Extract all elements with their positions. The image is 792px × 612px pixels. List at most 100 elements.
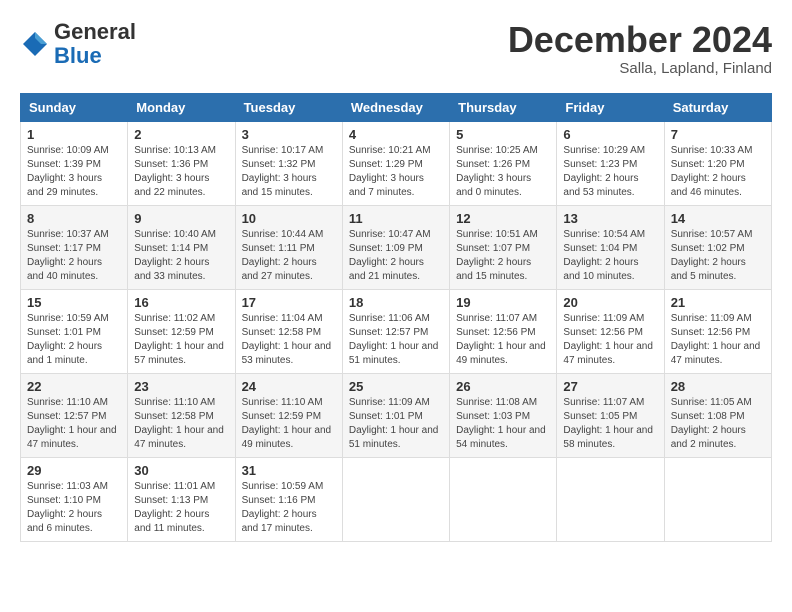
day-number: 21	[671, 295, 765, 310]
calendar-header-row: SundayMondayTuesdayWednesdayThursdayFrid…	[21, 93, 772, 121]
day-info: Sunrise: 11:02 AM Sunset: 12:59 PM Dayli…	[134, 312, 228, 368]
day-number: 11	[349, 211, 443, 226]
calendar-cell: 29 Sunrise: 11:03 AM Sunset: 1:10 PM Dayl…	[21, 457, 128, 541]
day-info: Sunrise: 10:21 AM Sunset: 1:29 PM Daylig…	[349, 144, 443, 200]
day-info: Sunrise: 10:37 AM Sunset: 1:17 PM Daylig…	[27, 228, 121, 284]
calendar-week-row: 22Sunrise: 11:10 AM Sunset: 12:57 PM Day…	[21, 373, 772, 457]
day-info: Sunrise: 10:13 AM Sunset: 1:36 PM Daylig…	[134, 144, 228, 200]
day-number: 27	[563, 379, 657, 394]
weekday-header: Tuesday	[235, 93, 342, 121]
day-number: 9	[134, 211, 228, 226]
weekday-header: Friday	[557, 93, 664, 121]
calendar-cell: 16Sunrise: 11:02 AM Sunset: 12:59 PM Day…	[128, 289, 235, 373]
day-info: Sunrise: 11:01 AM Sunset: 1:13 PM Daylig…	[134, 480, 228, 536]
calendar-cell: 31 Sunrise: 10:59 AM Sunset: 1:16 PM Dayl…	[235, 457, 342, 541]
weekday-header: Monday	[128, 93, 235, 121]
day-number: 29	[27, 463, 121, 478]
day-info: Sunrise: 11:10 AM Sunset: 12:57 PM Dayli…	[27, 396, 121, 452]
calendar-cell: 13 Sunrise: 10:54 AM Sunset: 1:04 PM Dayl…	[557, 205, 664, 289]
calendar-week-row: 29 Sunrise: 11:03 AM Sunset: 1:10 PM Dayl…	[21, 457, 772, 541]
calendar-cell: 19Sunrise: 11:07 AM Sunset: 12:56 PM Day…	[450, 289, 557, 373]
day-info: Sunrise: 10:51 AM Sunset: 1:07 PM Daylig…	[456, 228, 550, 284]
day-number: 14	[671, 211, 765, 226]
calendar-cell: 27 Sunrise: 11:07 AM Sunset: 1:05 PM Dayl…	[557, 373, 664, 457]
calendar-cell: 24Sunrise: 11:10 AM Sunset: 12:59 PM Day…	[235, 373, 342, 457]
day-number: 5	[456, 127, 550, 142]
day-number: 12	[456, 211, 550, 226]
calendar-cell: 21 Sunrise: 11:09 AM Sunset: 12:56 PM Day…	[664, 289, 771, 373]
weekday-header: Sunday	[21, 93, 128, 121]
calendar-cell: 23 Sunrise: 11:10 AM Sunset: 12:58 PM Day…	[128, 373, 235, 457]
logo-icon	[20, 29, 50, 59]
day-number: 7	[671, 127, 765, 142]
day-number: 17	[242, 295, 336, 310]
calendar-cell: 1 Sunrise: 10:09 AM Sunset: 1:39 PM Dayli…	[21, 121, 128, 205]
calendar-cell: 12 Sunrise: 10:51 AM Sunset: 1:07 PM Dayl…	[450, 205, 557, 289]
day-info: Sunrise: 11:06 AM Sunset: 12:57 PM Dayli…	[349, 312, 443, 368]
calendar-cell: 10 Sunrise: 10:44 AM Sunset: 1:11 PM Dayl…	[235, 205, 342, 289]
day-number: 1	[27, 127, 121, 142]
day-number: 26	[456, 379, 550, 394]
calendar-cell: 22Sunrise: 11:10 AM Sunset: 12:57 PM Day…	[21, 373, 128, 457]
location-subtitle: Salla, Lapland, Finland	[508, 60, 772, 77]
logo-blue-text: Blue	[54, 43, 102, 68]
calendar-cell	[342, 457, 449, 541]
day-number: 28	[671, 379, 765, 394]
day-number: 31	[242, 463, 336, 478]
calendar-cell: 3Sunrise: 10:17 AM Sunset: 1:32 PM Dayli…	[235, 121, 342, 205]
day-info: Sunrise: 10:33 AM Sunset: 1:20 PM Daylig…	[671, 144, 765, 200]
calendar-week-row: 15 Sunrise: 10:59 AM Sunset: 1:01 PM Dayl…	[21, 289, 772, 373]
day-info: Sunrise: 10:54 AM Sunset: 1:04 PM Daylig…	[563, 228, 657, 284]
day-info: Sunrise: 11:03 AM Sunset: 1:10 PM Daylig…	[27, 480, 121, 536]
day-number: 4	[349, 127, 443, 142]
calendar-cell	[557, 457, 664, 541]
calendar-cell: 15 Sunrise: 10:59 AM Sunset: 1:01 PM Dayl…	[21, 289, 128, 373]
page-header: General Blue December 2024 Salla, Laplan…	[20, 20, 772, 77]
logo-general-text: General	[54, 19, 136, 44]
day-info: Sunrise: 10:25 AM Sunset: 1:26 PM Daylig…	[456, 144, 550, 200]
day-info: Sunrise: 10:59 AM Sunset: 1:16 PM Daylig…	[242, 480, 336, 536]
calendar-cell: 9 Sunrise: 10:40 AM Sunset: 1:14 PM Dayli…	[128, 205, 235, 289]
calendar-cell	[664, 457, 771, 541]
day-number: 18	[349, 295, 443, 310]
day-info: Sunrise: 11:08 AM Sunset: 1:03 PM Daylig…	[456, 396, 550, 452]
day-info: Sunrise: 10:29 AM Sunset: 1:23 PM Daylig…	[563, 144, 657, 200]
day-number: 3	[242, 127, 336, 142]
day-number: 13	[563, 211, 657, 226]
calendar-cell: 8 Sunrise: 10:37 AM Sunset: 1:17 PM Dayli…	[21, 205, 128, 289]
day-info: Sunrise: 10:57 AM Sunset: 1:02 PM Daylig…	[671, 228, 765, 284]
day-info: Sunrise: 11:10 AM Sunset: 12:58 PM Dayli…	[134, 396, 228, 452]
day-number: 25	[349, 379, 443, 394]
calendar-cell	[450, 457, 557, 541]
calendar-cell: 7 Sunrise: 10:33 AM Sunset: 1:20 PM Dayli…	[664, 121, 771, 205]
title-area: December 2024 Salla, Lapland, Finland	[508, 20, 772, 77]
calendar-week-row: 8 Sunrise: 10:37 AM Sunset: 1:17 PM Dayli…	[21, 205, 772, 289]
calendar-table: SundayMondayTuesdayWednesdayThursdayFrid…	[20, 93, 772, 542]
day-number: 10	[242, 211, 336, 226]
calendar-cell: 5 Sunrise: 10:25 AM Sunset: 1:26 PM Dayli…	[450, 121, 557, 205]
calendar-cell: 2Sunrise: 10:13 AM Sunset: 1:36 PM Dayli…	[128, 121, 235, 205]
weekday-header: Saturday	[664, 93, 771, 121]
calendar-cell: 20 Sunrise: 11:09 AM Sunset: 12:56 PM Day…	[557, 289, 664, 373]
day-info: Sunrise: 11:07 AM Sunset: 1:05 PM Daylig…	[563, 396, 657, 452]
day-info: Sunrise: 10:44 AM Sunset: 1:11 PM Daylig…	[242, 228, 336, 284]
day-number: 30	[134, 463, 228, 478]
logo: General Blue	[20, 20, 136, 68]
day-info: Sunrise: 10:59 AM Sunset: 1:01 PM Daylig…	[27, 312, 121, 368]
weekday-header: Thursday	[450, 93, 557, 121]
day-info: Sunrise: 10:09 AM Sunset: 1:39 PM Daylig…	[27, 144, 121, 200]
calendar-cell: 14 Sunrise: 10:57 AM Sunset: 1:02 PM Dayl…	[664, 205, 771, 289]
day-number: 23	[134, 379, 228, 394]
weekday-header: Wednesday	[342, 93, 449, 121]
day-number: 24	[242, 379, 336, 394]
day-info: Sunrise: 10:40 AM Sunset: 1:14 PM Daylig…	[134, 228, 228, 284]
day-info: Sunrise: 11:09 AM Sunset: 12:56 PM Dayli…	[563, 312, 657, 368]
calendar-cell: 6Sunrise: 10:29 AM Sunset: 1:23 PM Dayli…	[557, 121, 664, 205]
day-number: 20	[563, 295, 657, 310]
day-info: Sunrise: 11:09 AM Sunset: 12:56 PM Dayli…	[671, 312, 765, 368]
day-info: Sunrise: 11:07 AM Sunset: 12:56 PM Dayli…	[456, 312, 550, 368]
day-number: 15	[27, 295, 121, 310]
day-info: Sunrise: 11:05 AM Sunset: 1:08 PM Daylig…	[671, 396, 765, 452]
calendar-week-row: 1 Sunrise: 10:09 AM Sunset: 1:39 PM Dayli…	[21, 121, 772, 205]
day-number: 8	[27, 211, 121, 226]
